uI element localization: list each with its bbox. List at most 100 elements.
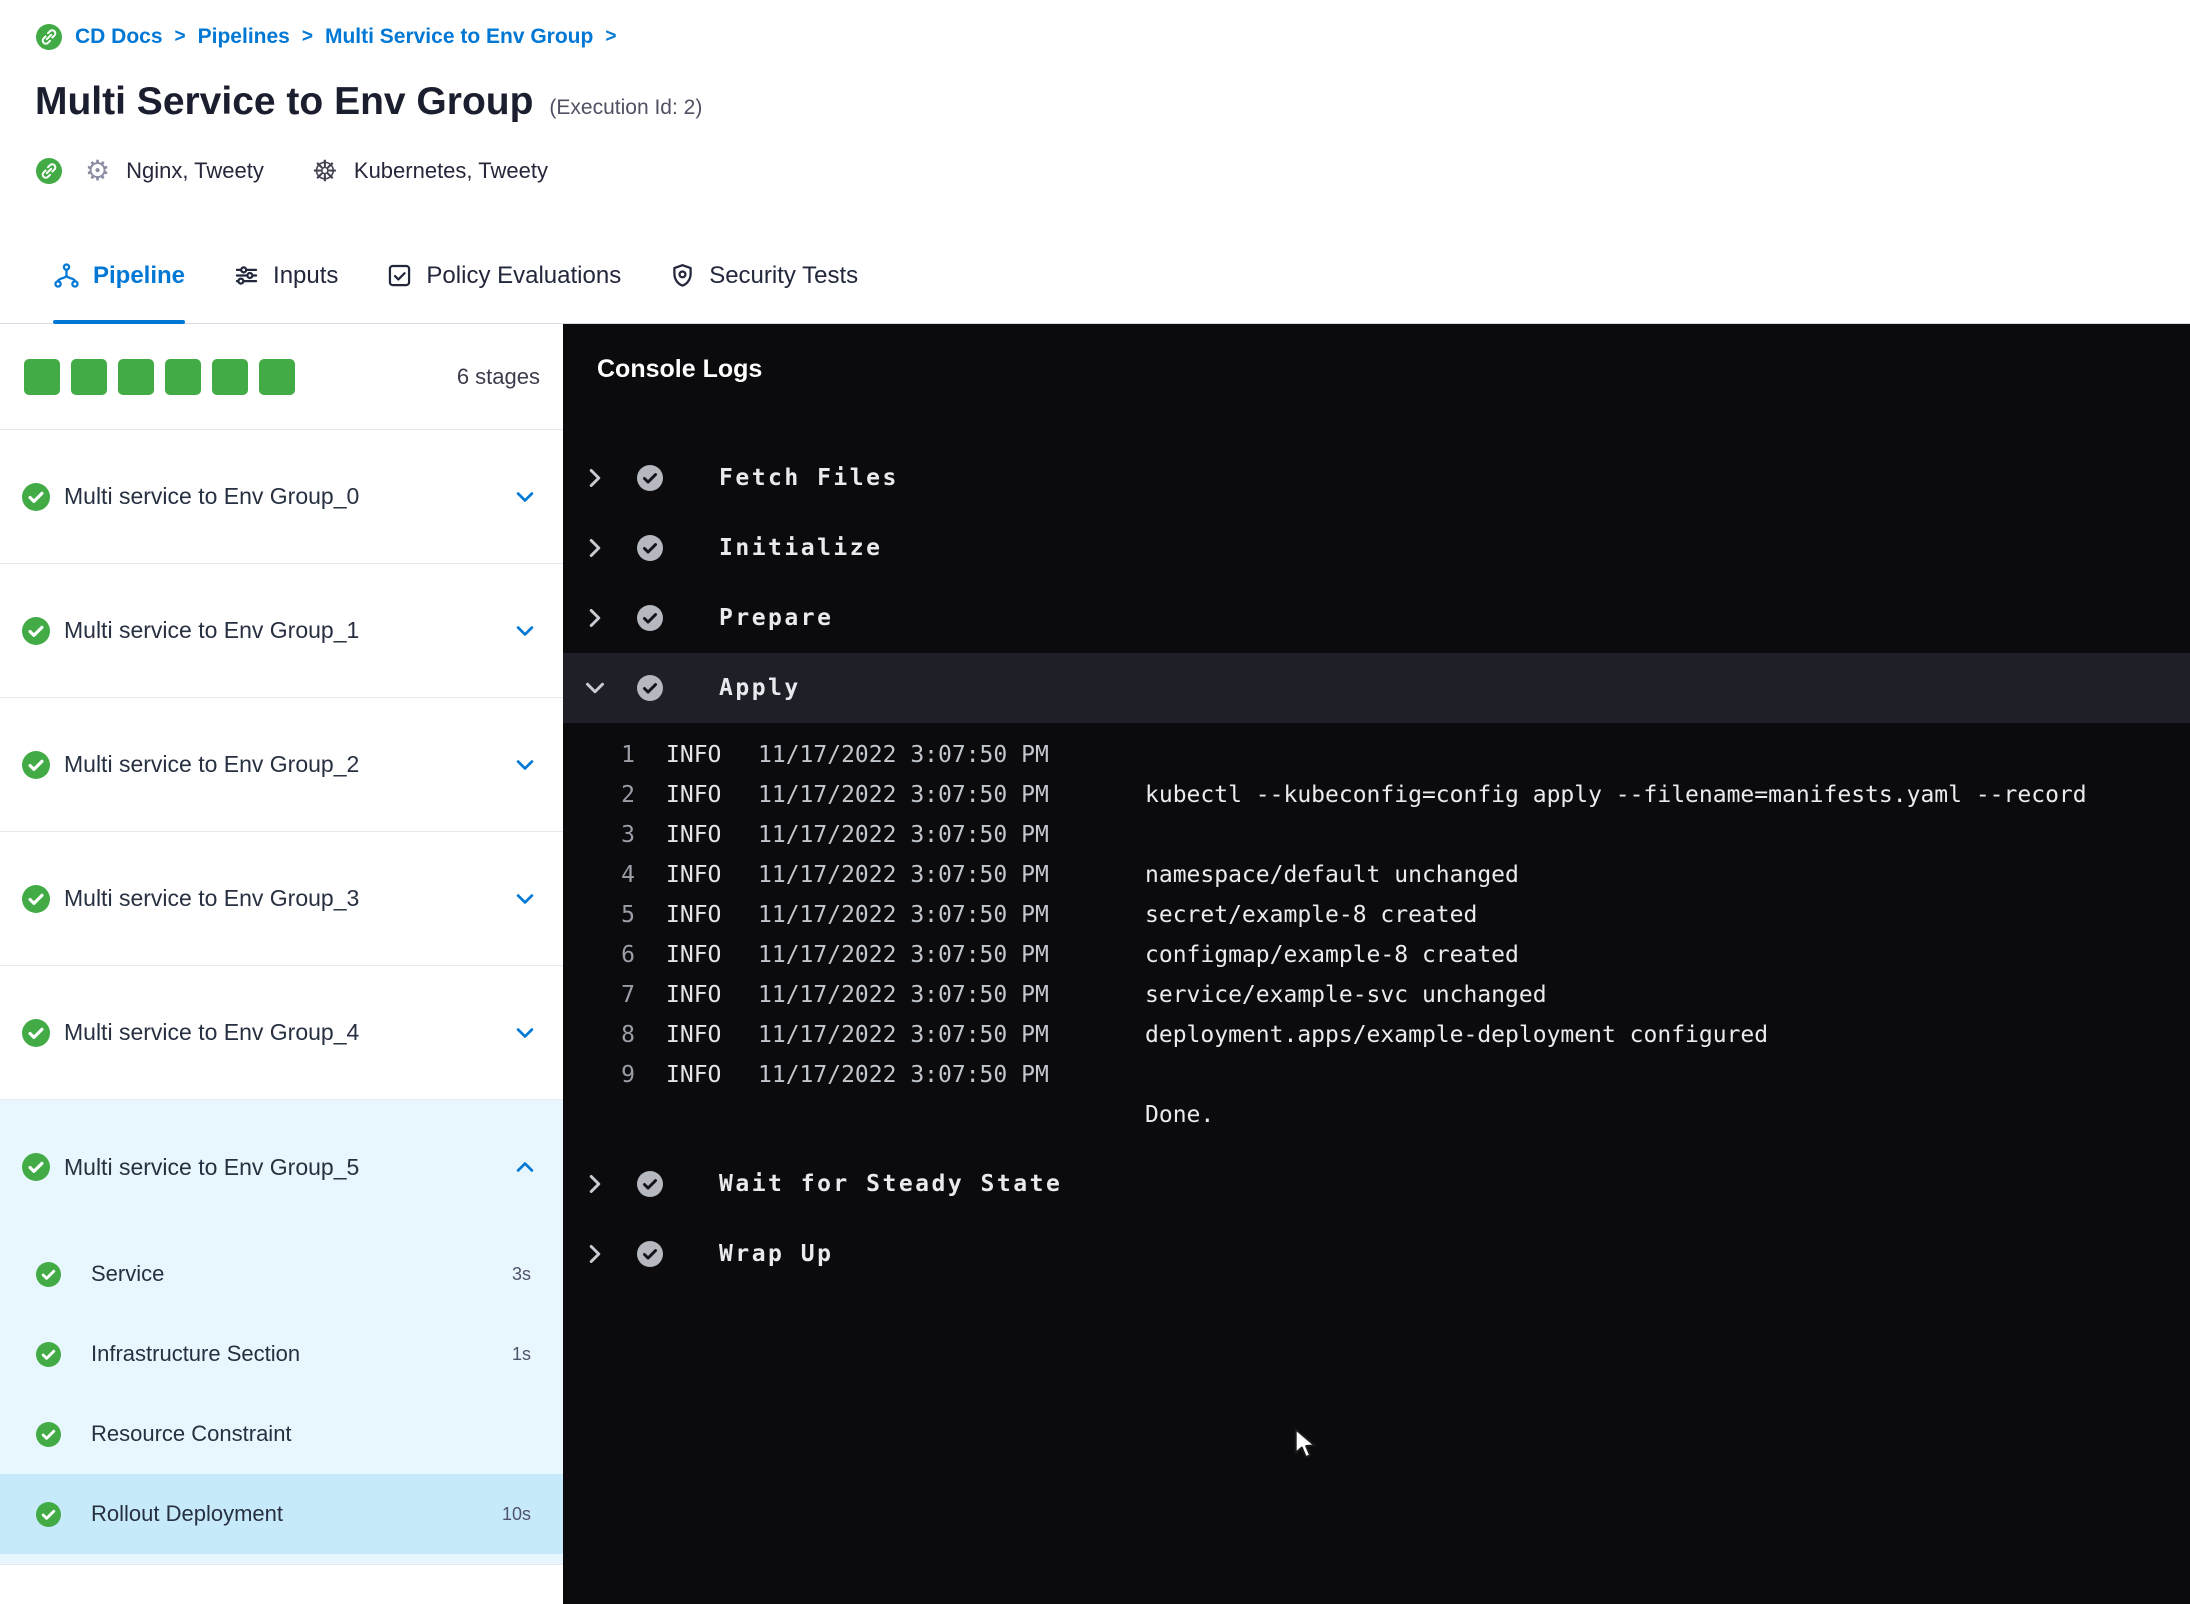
log-timestamp: 11/17/2022 3:07:50 PM: [758, 1022, 1049, 1048]
stage-label: Multi service to Env Group_4: [64, 1019, 360, 1045]
success-check-icon: [22, 750, 50, 779]
breadcrumb-separator: >: [605, 26, 617, 47]
chevron-down-icon[interactable]: [514, 754, 536, 776]
success-check-icon: [36, 1421, 61, 1447]
tab-bar: Pipeline Inputs Policy Evaluations Security…: [0, 228, 2190, 324]
console-step-wrap-up[interactable]: Wrap Up: [563, 1219, 2190, 1289]
console-step: Initialize: [563, 513, 2190, 583]
console-title: Console Logs: [597, 355, 763, 383]
success-link-icon: [35, 157, 63, 185]
log-level: INFO: [666, 742, 722, 768]
log-timestamp: 11/17/2022 3:07:50 PM: [758, 822, 1049, 848]
log-level: INFO: [666, 822, 722, 848]
stage-block: Multi service to Env Group_4: [0, 966, 563, 1100]
stage-list: Multi service to Env Group_0 Multi servic…: [0, 430, 563, 1564]
success-check-icon: [36, 1341, 61, 1367]
console-step-name: Wrap Up: [719, 1241, 834, 1267]
step-row-infrastructure-section[interactable]: Infrastructure Section 1s: [0, 1314, 563, 1394]
stage-row-0[interactable]: Multi service to Env Group_0: [0, 430, 563, 564]
log-line-number: 9: [621, 1062, 635, 1088]
breadcrumb-link-pipelines[interactable]: Pipelines: [198, 25, 290, 49]
step-row-resource-constraint[interactable]: Resource Constraint: [0, 1394, 563, 1474]
console-panel: Console Logs Fetch Files Initialize Prepar…: [563, 324, 2190, 1604]
chevron-down-icon[interactable]: [514, 486, 536, 508]
step-label: Infrastructure Section: [91, 1341, 301, 1366]
log-timestamp: 11/17/2022 3:07:50 PM: [758, 742, 1049, 768]
stage-row-5[interactable]: Multi service to Env Group_5: [0, 1100, 563, 1234]
success-check-icon: [637, 465, 663, 491]
chevron-right-icon[interactable]: [583, 466, 607, 490]
chevron-right-icon[interactable]: [583, 1242, 607, 1266]
log-line: 3 INFO 11/17/2022 3:07:50 PM: [563, 815, 2190, 855]
stage-row-3[interactable]: Multi service to Env Group_3: [0, 832, 563, 966]
log-timestamp: 11/17/2022 3:07:50 PM: [758, 1062, 1049, 1088]
stage-row-4[interactable]: Multi service to Env Group_4: [0, 966, 563, 1100]
log-timestamp: 11/17/2022 3:07:50 PM: [758, 902, 1049, 928]
chevron-right-icon[interactable]: [583, 606, 607, 630]
services-label: Nginx, Tweety: [126, 158, 264, 183]
chevron-up-icon[interactable]: [514, 1156, 536, 1178]
console-step-prepare[interactable]: Prepare: [563, 583, 2190, 653]
log-message: Done.: [1145, 1102, 1215, 1128]
tab-policy-evaluations[interactable]: Policy Evaluations: [386, 228, 621, 323]
success-check-icon: [36, 1501, 61, 1527]
execution-meta: ⚙ Nginx, Tweety ☸ Kubernetes, Tweety: [0, 154, 2190, 188]
chevron-down-icon[interactable]: [514, 1022, 536, 1044]
inputs-icon: [233, 262, 260, 289]
log-line: 8 INFO 11/17/2022 3:07:50 PM deployment.app…: [563, 1015, 2190, 1055]
chevron-down-icon[interactable]: [514, 620, 536, 642]
tab-label: Inputs: [273, 261, 339, 289]
log-timestamp: 11/17/2022 3:07:50 PM: [758, 982, 1049, 1008]
tab-label: Pipeline: [93, 261, 186, 289]
tab-label: Security Tests: [709, 261, 859, 289]
success-check-icon: [637, 535, 663, 561]
log-level: INFO: [666, 1022, 722, 1048]
log-timestamp: 11/17/2022 3:07:50 PM: [758, 862, 1049, 888]
stage-row-2[interactable]: Multi service to Env Group_2: [0, 698, 563, 832]
title-row: Multi Service to Env Group (Execution Id…: [0, 78, 2190, 126]
breadcrumb-separator: >: [174, 26, 186, 47]
stage-row-1[interactable]: Multi service to Env Group_1: [0, 564, 563, 698]
stage-block: Multi service to Env Group_5 Service 3s Inf…: [0, 1100, 563, 1564]
step-duration: 10s: [501, 1503, 531, 1524]
console-step-fetch-files[interactable]: Fetch Files: [563, 443, 2190, 513]
success-check-icon: [637, 1241, 663, 1267]
execution-id: (Execution Id: 2): [549, 96, 703, 119]
console-step-initialize[interactable]: Initialize: [563, 513, 2190, 583]
tab-pipeline[interactable]: Pipeline: [53, 228, 186, 324]
chevron-right-icon[interactable]: [583, 536, 607, 560]
tab-inputs[interactable]: Inputs: [233, 228, 338, 323]
success-check-icon: [22, 482, 50, 511]
success-check-icon: [22, 1153, 50, 1181]
log-level: INFO: [666, 982, 722, 1008]
chevron-down-icon[interactable]: [583, 676, 607, 700]
step-row-service[interactable]: Service 3s: [0, 1234, 563, 1314]
log-line-number: 4: [621, 862, 635, 888]
breadcrumb-link-cd-docs[interactable]: CD Docs: [75, 25, 163, 49]
log-level: INFO: [666, 782, 722, 808]
log-timestamp: 11/17/2022 3:07:50 PM: [758, 942, 1049, 968]
console-step-wait-for-steady-state[interactable]: Wait for Steady State: [563, 1149, 2190, 1219]
breadcrumb-link-multi-service-to-env-group[interactable]: Multi Service to Env Group: [325, 25, 593, 49]
success-check-icon: [637, 605, 663, 631]
breadcrumb: CD Docs > Pipelines > Multi Service to Env G…: [0, 22, 2190, 52]
chevron-down-icon[interactable]: [514, 888, 536, 910]
kubernetes-icon: ☸: [311, 153, 338, 188]
stage-progress-square: [212, 358, 248, 395]
console-step-name: Wait for Steady State: [719, 1171, 1063, 1197]
log-message: configmap/example-8 created: [1145, 942, 1519, 968]
stage-progress-square: [71, 358, 107, 395]
pipeline-execution-page: CD Docs > Pipelines > Multi Service to Env G…: [0, 0, 2190, 1604]
success-check-icon: [637, 675, 663, 701]
log-level: INFO: [666, 862, 722, 888]
stage-block: Multi service to Env Group_3: [0, 832, 563, 966]
step-row-rollout-deployment[interactable]: Rollout Deployment 10s: [0, 1474, 563, 1554]
tab-security-tests[interactable]: Security Tests: [669, 228, 858, 323]
success-check-icon: [22, 616, 50, 645]
stage-progress-square: [165, 358, 201, 395]
breadcrumb-items: CD Docs > Pipelines > Multi Service to Env G…: [75, 25, 616, 49]
console-step-apply[interactable]: Apply: [563, 653, 2190, 723]
log-line: 4 INFO 11/17/2022 3:07:50 PM namespace/defa…: [563, 855, 2190, 895]
stage-progress-squares: [24, 358, 295, 395]
chevron-right-icon[interactable]: [583, 1172, 607, 1196]
